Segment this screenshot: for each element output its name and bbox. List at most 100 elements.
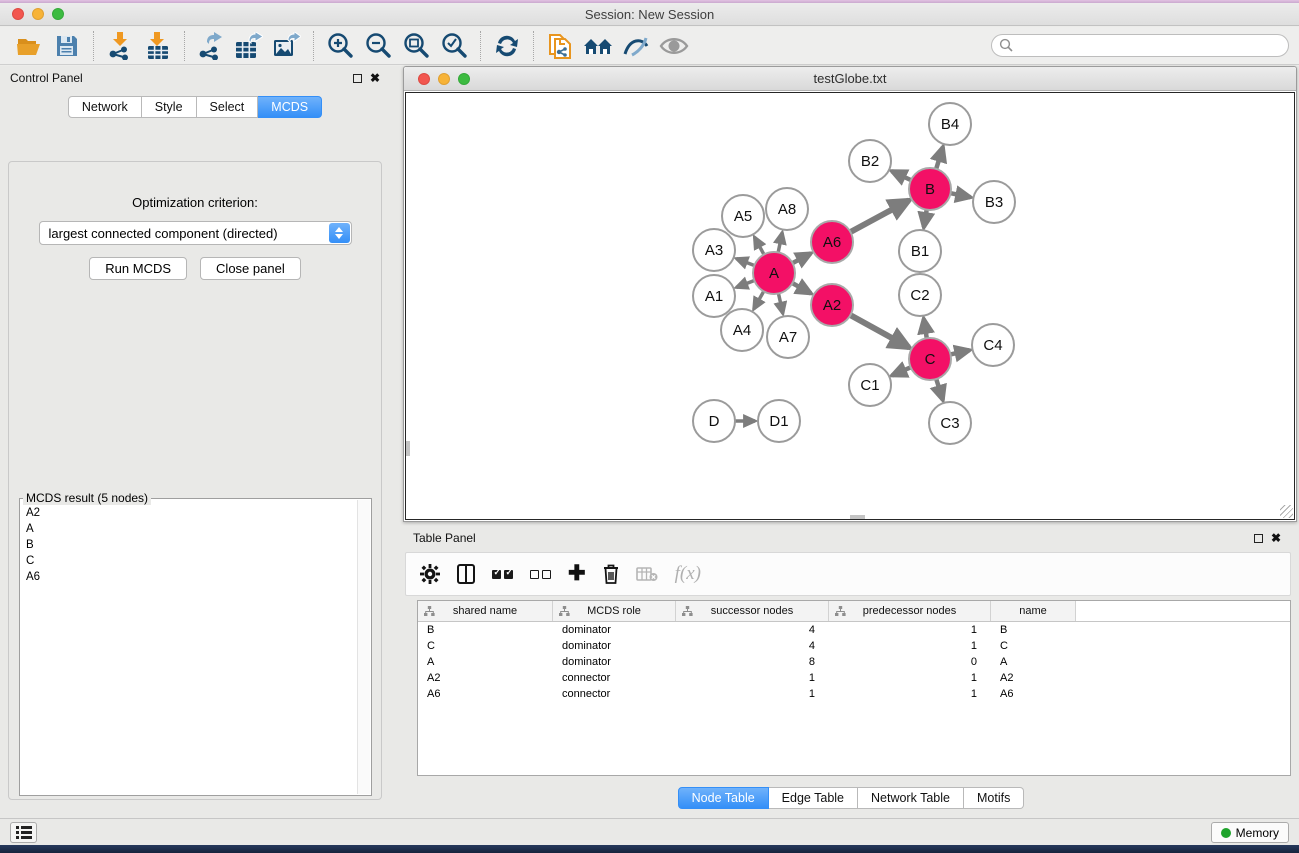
column-header-predecessor-nodes[interactable]: predecessor nodes — [829, 601, 991, 621]
table-row[interactable]: Cdominator41C — [418, 638, 1290, 654]
graph-node-A2[interactable]: A2 — [810, 283, 854, 327]
birds-eye-view-icon[interactable] — [655, 30, 693, 62]
delete-table-icon[interactable] — [636, 562, 658, 586]
table-cell[interactable]: 8 — [676, 656, 829, 668]
column-header-successor-nodes[interactable]: successor nodes — [676, 601, 829, 621]
import-table-icon[interactable] — [139, 30, 177, 62]
run-mcds-button[interactable]: Run MCDS — [89, 257, 187, 280]
table-cell[interactable]: A2 — [418, 672, 553, 684]
tab-select[interactable]: Select — [197, 96, 259, 118]
graphics-details-icon[interactable] — [617, 30, 655, 62]
result-item[interactable]: A6 — [26, 569, 352, 585]
network-window-titlebar[interactable]: testGlobe.txt — [404, 67, 1296, 91]
zoom-network-button[interactable] — [458, 73, 470, 85]
graph-node-A7[interactable]: A7 — [766, 315, 810, 359]
graph-edge-A-A2[interactable] — [792, 283, 811, 293]
graph-edge-A-A7[interactable] — [778, 294, 782, 314]
close-window-button[interactable] — [12, 8, 24, 20]
graph-edge-A-A8[interactable] — [778, 233, 782, 253]
table-cell[interactable]: B — [418, 624, 553, 636]
graph-edge-A-A1[interactable] — [736, 281, 754, 288]
graph-edge-B-B1[interactable] — [924, 210, 927, 228]
graph-edge-A-A3[interactable] — [736, 259, 754, 266]
graph-edge-A-A6[interactable] — [793, 253, 811, 263]
function-builder-icon[interactable]: f(x) — [675, 562, 701, 586]
close-panel-icon[interactable]: ✖ — [370, 73, 380, 83]
zoom-window-button[interactable] — [52, 8, 64, 20]
graph-edge-C-C1[interactable] — [892, 367, 911, 375]
result-item[interactable]: A — [26, 521, 352, 537]
table-cell[interactable]: A — [418, 656, 553, 668]
unselect-all-columns-icon[interactable] — [530, 562, 551, 586]
result-item[interactable]: A2 — [26, 505, 352, 521]
graph-node-D1[interactable]: D1 — [757, 399, 801, 443]
minimize-network-button[interactable] — [438, 73, 450, 85]
save-session-icon[interactable] — [48, 30, 86, 62]
table-cell[interactable]: 1 — [829, 688, 991, 700]
table-cell[interactable]: 1 — [676, 672, 829, 684]
graph-node-A[interactable]: A — [752, 251, 796, 295]
table-row[interactable]: A6connector11A6 — [418, 686, 1290, 702]
graph-edge-B-B4[interactable] — [936, 147, 943, 169]
float-panel-icon[interactable] — [1254, 534, 1263, 543]
graph-node-A5[interactable]: A5 — [721, 194, 765, 238]
table-cell[interactable]: C — [418, 640, 553, 652]
tab-mcds[interactable]: MCDS — [258, 96, 322, 118]
graph-node-C4[interactable]: C4 — [971, 323, 1015, 367]
network-canvas[interactable]: B4B2BB3A5A8A6A3B1AA1C2A2A4A7CC4C1C3DD1 — [405, 92, 1295, 520]
memory-button[interactable]: Memory — [1211, 822, 1289, 843]
tab-edge-table[interactable]: Edge Table — [769, 787, 858, 809]
task-history-button[interactable] — [10, 822, 37, 843]
float-panel-icon[interactable] — [353, 74, 362, 83]
table-row[interactable]: A2connector11A2 — [418, 670, 1290, 686]
table-cell[interactable]: A6 — [418, 688, 553, 700]
graph-node-C2[interactable]: C2 — [898, 273, 942, 317]
export-table-icon[interactable] — [230, 30, 268, 62]
close-network-button[interactable] — [418, 73, 430, 85]
result-scrollbar[interactable] — [357, 500, 370, 794]
graph-node-D[interactable]: D — [692, 399, 736, 443]
show-columns-icon[interactable] — [457, 562, 475, 586]
graph-edge-C-C2[interactable] — [924, 319, 927, 339]
graph-edge-C-C3[interactable] — [936, 379, 943, 400]
graph-node-C[interactable]: C — [908, 337, 952, 381]
table-cell[interactable]: A2 — [991, 672, 1076, 684]
search-input[interactable] — [991, 34, 1289, 57]
mcds-result-list[interactable]: A2ABCA6 — [21, 500, 357, 794]
tab-network-table[interactable]: Network Table — [858, 787, 964, 809]
graph-node-A4[interactable]: A4 — [720, 308, 764, 352]
table-cell[interactable]: dominator — [553, 640, 676, 652]
session-documents-icon[interactable] — [541, 30, 579, 62]
table-cell[interactable]: A — [991, 656, 1076, 668]
graph-node-A3[interactable]: A3 — [692, 228, 736, 272]
table-cell[interactable]: 1 — [829, 624, 991, 636]
graph-node-B1[interactable]: B1 — [898, 229, 942, 273]
resize-grip[interactable] — [1280, 505, 1293, 518]
table-cell[interactable]: connector — [553, 688, 676, 700]
column-header-shared-name[interactable]: shared name — [418, 601, 553, 621]
criterion-select[interactable]: largest connected component (directed) — [39, 221, 352, 245]
tab-motifs[interactable]: Motifs — [964, 787, 1024, 809]
column-header-name[interactable]: name — [991, 601, 1076, 621]
graph-edge-A-A5[interactable] — [754, 237, 764, 254]
graph-edge-A-A4[interactable] — [754, 291, 764, 309]
graph-node-B[interactable]: B — [908, 167, 952, 211]
table-cell[interactable]: 4 — [676, 640, 829, 652]
table-cell[interactable]: dominator — [553, 656, 676, 668]
table-row[interactable]: Adominator80A — [418, 654, 1290, 670]
export-network-icon[interactable] — [192, 30, 230, 62]
graph-node-B2[interactable]: B2 — [848, 139, 892, 183]
graph-node-B4[interactable]: B4 — [928, 102, 972, 146]
graph-node-C1[interactable]: C1 — [848, 363, 892, 407]
graph-node-A6[interactable]: A6 — [810, 220, 854, 264]
table-cell[interactable]: 1 — [829, 672, 991, 684]
table-cell[interactable]: B — [991, 624, 1076, 636]
zoom-in-icon[interactable] — [321, 30, 359, 62]
table-row[interactable]: Bdominator41B — [418, 622, 1290, 638]
select-all-columns-icon[interactable] — [492, 562, 513, 586]
table-cell[interactable]: 4 — [676, 624, 829, 636]
zoom-out-icon[interactable] — [359, 30, 397, 62]
graph-edge-A2-C[interactable] — [850, 315, 909, 347]
table-cell[interactable]: C — [991, 640, 1076, 652]
open-session-icon[interactable] — [10, 30, 48, 62]
